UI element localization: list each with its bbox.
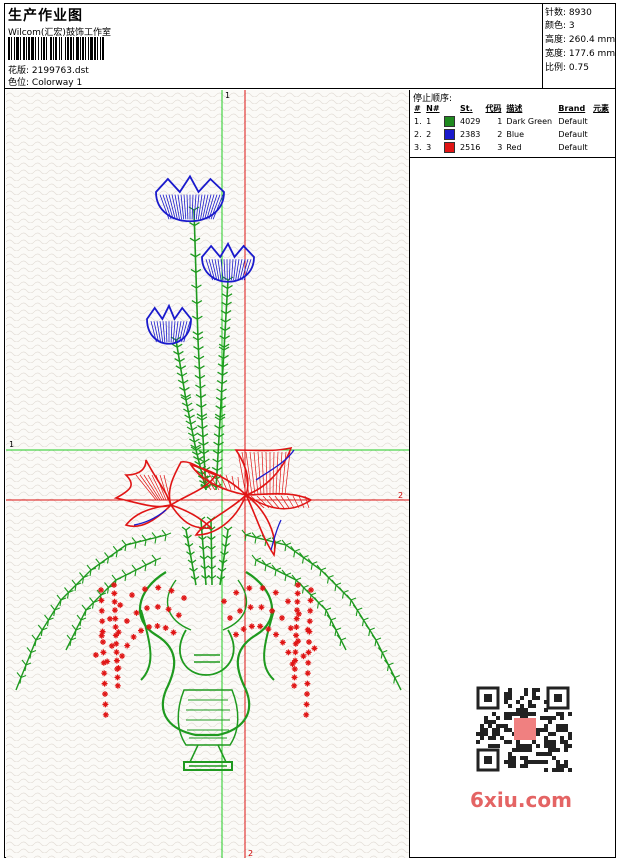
panel-divider bbox=[410, 157, 615, 158]
v-green-axis-label: 1 bbox=[225, 91, 230, 100]
colorway-label: 色位: bbox=[8, 78, 30, 88]
barcode bbox=[8, 37, 142, 60]
col-stitches: St. bbox=[460, 104, 473, 113]
colorway-value: Colorway 1 bbox=[31, 78, 83, 88]
stat-colors: 颜色: 3 bbox=[545, 21, 575, 31]
table-row: 2. 2 2383 2 Blue Default bbox=[414, 129, 588, 140]
header-divider bbox=[5, 88, 615, 89]
col-brand: Brand bbox=[558, 104, 586, 113]
design-stats: 针数: 8930 颜色: 3 高度: 260.4 mm 宽度: 177.6 mm… bbox=[542, 4, 616, 88]
colorway: 色位: Colorway 1 bbox=[8, 75, 82, 88]
col-description: 描述 bbox=[506, 104, 523, 113]
table-row: 1. 1 4029 1 Dark Green Default bbox=[414, 116, 588, 127]
h-green-axis-label: 1 bbox=[9, 440, 14, 449]
color-swatch bbox=[444, 116, 456, 127]
v-red-axis-label: 2 bbox=[248, 849, 253, 858]
col-color bbox=[442, 102, 458, 115]
qr-logo bbox=[514, 718, 536, 740]
site-watermark: 6xiu.com bbox=[470, 788, 572, 812]
fabric-texture bbox=[6, 90, 409, 858]
h-red-axis-label: 2 bbox=[398, 491, 403, 500]
qr-code bbox=[466, 684, 576, 774]
design-preview: 1 1 2 2 bbox=[6, 90, 410, 858]
stat-width: 宽度: 177.6 mm bbox=[545, 49, 616, 59]
stop-sequence-table: # N# St. 代码 描述 Brand 元素 1. 1 4029 1 Dark… bbox=[412, 102, 612, 154]
stat-height: 高度: 260.4 mm bbox=[545, 35, 616, 45]
header-info: 生产作业图 Wilcom(汇宏)鼓饰工作室 花版: 2199763.dst 色位… bbox=[5, 4, 541, 88]
table-header-row: # N# St. 代码 描述 Brand 元素 bbox=[412, 102, 612, 115]
stat-stitches: 针数: 8930 bbox=[545, 8, 592, 18]
col-needle: N# bbox=[426, 104, 440, 113]
color-swatch bbox=[444, 142, 456, 153]
color-swatch bbox=[444, 129, 456, 140]
col-code: 代码 bbox=[485, 104, 502, 113]
embroidery-drawing: 1 1 2 2 bbox=[6, 90, 409, 858]
col-index: # bbox=[414, 104, 421, 113]
table-row: 3. 3 2516 3 Red Default bbox=[414, 142, 588, 153]
col-element: 元素 bbox=[593, 104, 610, 113]
page-title: 生产作业图 bbox=[8, 8, 83, 24]
stat-scale: 比例: 0.75 bbox=[545, 63, 589, 73]
